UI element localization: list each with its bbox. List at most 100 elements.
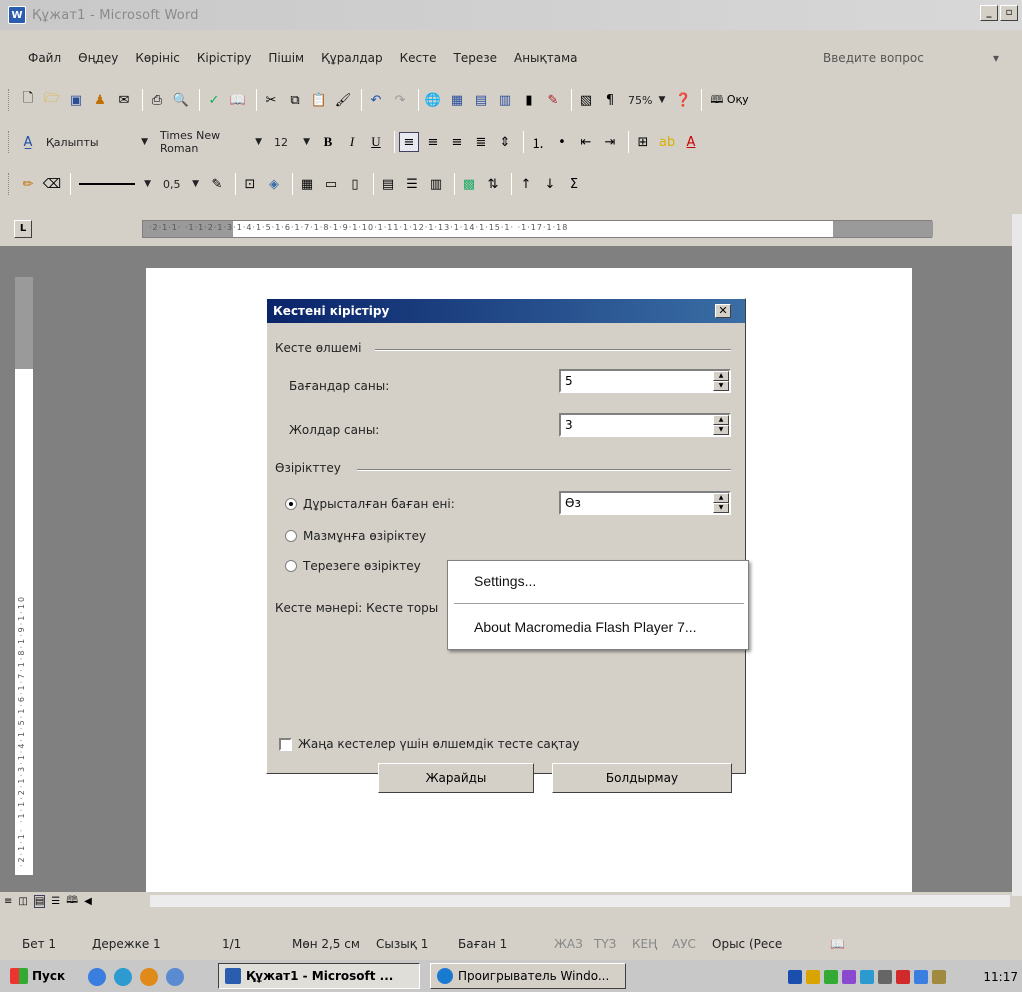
insert-excel-icon[interactable]: ▥ <box>495 90 515 110</box>
spin-up-icon[interactable]: ▲ <box>713 415 729 425</box>
rows-spinner[interactable]: 3 ▲ ▼ <box>559 413 731 437</box>
checkbox-box[interactable] <box>279 737 292 751</box>
menu-insert[interactable]: Кірістіру <box>197 51 251 65</box>
volume-icon[interactable] <box>878 970 892 984</box>
web-view-icon[interactable]: ◫ <box>18 896 27 907</box>
menu-item-about[interactable]: About Macromedia Flash Player 7... <box>474 619 697 635</box>
read-button[interactable]: 🕮 Оқу <box>706 91 752 110</box>
dialog-title-bar[interactable]: Кестені кірістіру <box>267 299 745 323</box>
insert-table-icon[interactable]: ▤ <box>471 90 491 110</box>
bullets-icon[interactable]: • <box>552 132 572 152</box>
normal-view-icon[interactable]: ≡ <box>4 896 12 907</box>
chevron-down-icon[interactable]: ▼ <box>658 95 665 105</box>
taskbar-word-button[interactable]: Құжат1 - Microsoft ... <box>218 963 420 989</box>
columns-icon[interactable]: ▮ <box>519 90 539 110</box>
fixed-spin-buttons[interactable]: ▲ ▼ <box>713 493 729 513</box>
status-ext[interactable]: КЕҢ <box>632 937 657 951</box>
close-icon[interactable]: ✕ <box>715 304 731 318</box>
start-button[interactable]: Пуск <box>10 964 65 988</box>
menu-window[interactable]: Терезе <box>454 51 497 65</box>
hyperlink-icon[interactable]: 🌐 <box>423 90 443 110</box>
outline-view-icon[interactable]: ☰ <box>51 896 60 907</box>
sort-descending-icon[interactable]: ↓ <box>540 174 560 194</box>
align-right-icon[interactable]: ≡ <box>447 132 467 152</box>
tables-borders-icon[interactable]: ▦ <box>447 90 467 110</box>
status-trk[interactable]: ТҮЗ <box>594 937 616 951</box>
quicklaunch-desktop-icon[interactable] <box>166 968 184 986</box>
horizontal-ruler[interactable]: ·2·1·1· ·1·1·2·1·3·1·4·1·5·1·6·1·7·1·8·1… <box>142 220 933 238</box>
cut-icon[interactable]: ✂ <box>261 90 281 110</box>
tray-app-icon[interactable] <box>842 970 856 984</box>
borders-icon[interactable]: ⊞ <box>633 132 653 152</box>
columns-spinner[interactable]: 5 ▲ ▼ <box>559 369 731 393</box>
toolbar-grip[interactable] <box>8 131 12 153</box>
open-folder-icon[interactable]: 🗁 <box>42 90 62 110</box>
help-icon[interactable]: ❓ <box>673 90 693 110</box>
save-icon[interactable]: ▣ <box>66 90 86 110</box>
font-size-select[interactable]: 12 ▼ <box>270 132 314 152</box>
radio-autofit-content[interactable]: Мазмұнға өзіріктеу <box>285 529 426 543</box>
zoom-select[interactable]: 75% ▼ <box>624 90 669 110</box>
draw-table-icon[interactable]: ✏ <box>18 174 38 194</box>
font-color-icon[interactable]: A <box>681 132 701 152</box>
line-spacing-icon[interactable]: ⇕ <box>495 132 515 152</box>
eraser-icon[interactable]: ⌫ <box>42 174 62 194</box>
line-style-select[interactable]: ▼ <box>75 174 155 194</box>
scroll-left-icon[interactable]: ◀ <box>84 896 92 907</box>
chevron-down-icon[interactable]: ▼ <box>144 179 151 189</box>
research-icon[interactable]: 📖 <box>228 90 248 110</box>
ok-button[interactable]: Жарайды <box>378 763 534 793</box>
redo-icon[interactable]: ↷ <box>390 90 410 110</box>
chevron-down-icon[interactable]: ▼ <box>255 137 262 147</box>
status-ovr[interactable]: АУС <box>672 937 696 951</box>
vertical-ruler[interactable]: ·2·1·1· ·1·1·2·1·3·1·4·1·5·1·6·1·7·1·8·1… <box>14 276 34 876</box>
format-painter-icon[interactable]: 🖌 <box>333 90 353 110</box>
numbering-icon[interactable]: ⒈ <box>528 132 548 152</box>
toolbar-grip[interactable] <box>8 173 12 195</box>
email-icon[interactable]: ✉ <box>114 90 134 110</box>
border-color-icon[interactable]: ✎ <box>207 174 227 194</box>
fixed-width-spinner[interactable]: Өз ▲ ▼ <box>559 491 731 515</box>
spin-down-icon[interactable]: ▼ <box>713 425 729 435</box>
menu-item-settings[interactable]: Settings... <box>474 573 536 589</box>
bold-icon[interactable]: B <box>318 132 338 152</box>
insert-table-icon[interactable]: ▦ <box>297 174 317 194</box>
reading-view-icon[interactable]: 🕮 <box>66 893 78 910</box>
new-document-icon[interactable]: 🗋 <box>18 90 38 110</box>
autosum-icon[interactable]: Σ <box>564 174 584 194</box>
font-select[interactable]: Times New Roman ▼ <box>156 129 266 155</box>
drawing-icon[interactable]: ✎ <box>543 90 563 110</box>
radio-circle[interactable] <box>285 560 297 572</box>
decrease-indent-icon[interactable]: ⇤ <box>576 132 596 152</box>
quicklaunch-media-icon[interactable] <box>140 968 158 986</box>
horizontal-scrollbar[interactable] <box>150 895 1010 907</box>
menu-file[interactable]: Файл <box>28 51 61 65</box>
justify-icon[interactable]: ≣ <box>471 132 491 152</box>
show-formatting-icon[interactable]: ¶ <box>600 90 620 110</box>
columns-spin-buttons[interactable]: ▲ ▼ <box>713 371 729 391</box>
tray-app-icon[interactable] <box>914 970 928 984</box>
maximize-button[interactable]: ▫ <box>1000 5 1018 21</box>
spelling-icon[interactable]: ✓ <box>204 90 224 110</box>
language-indicator-icon[interactable] <box>788 970 802 984</box>
distribute-columns-icon[interactable]: ▥ <box>426 174 446 194</box>
network-icon[interactable] <box>806 970 820 984</box>
spin-down-icon[interactable]: ▼ <box>713 503 729 513</box>
paste-icon[interactable]: 📋 <box>309 90 329 110</box>
highlight-icon[interactable]: ab <box>657 132 677 152</box>
outside-border-icon[interactable]: ⊡ <box>240 174 260 194</box>
spelling-status-icon[interactable]: 📖 <box>830 937 845 951</box>
chevron-down-icon[interactable]: ▼ <box>141 137 148 147</box>
menu-help[interactable]: Анықтама <box>514 51 578 65</box>
chevron-down-icon[interactable]: ▾ <box>993 51 999 65</box>
tray-app-icon[interactable] <box>896 970 910 984</box>
tray-app-icon[interactable] <box>932 970 946 984</box>
sort-ascending-icon[interactable]: ↑ <box>516 174 536 194</box>
radio-circle[interactable] <box>285 530 297 542</box>
align-center-icon[interactable]: ≡ <box>423 132 443 152</box>
document-map-icon[interactable]: ▧ <box>576 90 596 110</box>
menu-edit[interactable]: Өңдеу <box>78 51 118 65</box>
chevron-down-icon[interactable]: ▼ <box>303 137 310 147</box>
word-app-icon[interactable]: W <box>8 6 26 24</box>
remember-dimensions-checkbox[interactable]: Жаңа кестелер үшін өлшемдік тесте сақтау <box>279 737 579 751</box>
